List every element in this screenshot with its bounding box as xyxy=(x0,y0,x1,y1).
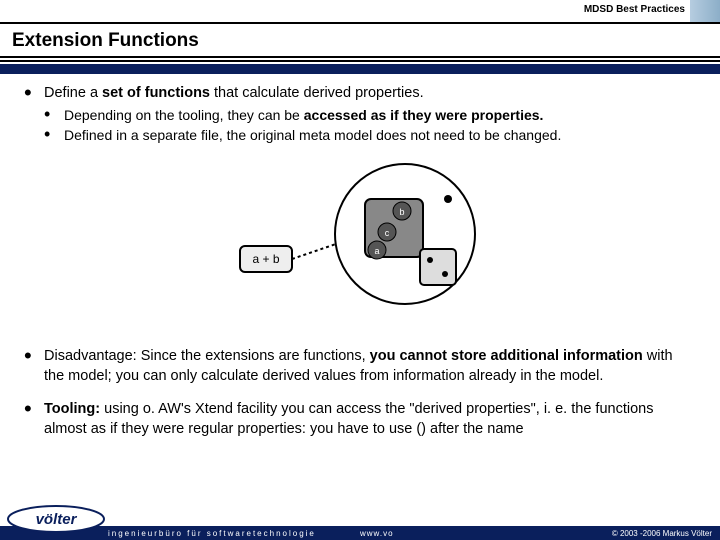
header-bar: MDSD Best Practices xyxy=(0,0,720,22)
bullet-3-a: Tooling: xyxy=(44,401,100,417)
bullet-2: Disadvantage: Since the extensions are f… xyxy=(24,347,696,386)
sub-bullet-1-a: Depending on the tooling, they can be xyxy=(64,107,304,123)
bullet-3: Tooling: using o. AW's Xtend facility yo… xyxy=(24,400,696,439)
diagram: b c a a + b xyxy=(24,154,696,329)
sub-bullet-1-b: accessed as if they were properties. xyxy=(304,107,544,123)
footer: völter ingenieurbüro für softwaretechnol… xyxy=(0,512,720,540)
header-subtitle: MDSD Best Practices xyxy=(584,4,685,15)
sub-bullet-2-text: Defined in a separate file, the original… xyxy=(64,127,561,143)
sub-bullet-list-1: Depending on the tooling, they can be ac… xyxy=(44,106,696,144)
bullet-1-bold: set of functions xyxy=(102,85,210,101)
ab-box-label: a + b xyxy=(252,252,279,266)
bullet-1: Define a set of functions that calculate… xyxy=(24,84,696,144)
bullet-1-text-b: that calculate derived properties. xyxy=(210,85,424,101)
header-decoration xyxy=(690,0,720,22)
footer-mid-text: www.vo xyxy=(360,529,394,538)
footer-right-text: © 2003 -2006 Markus Völter xyxy=(612,529,712,538)
sub-bullet-1: Depending on the tooling, they can be ac… xyxy=(44,106,696,124)
bullet-list: Define a set of functions that calculate… xyxy=(24,84,696,144)
svg-text:völter: völter xyxy=(36,511,78,528)
bullet-2-b: you cannot store additional information xyxy=(370,348,643,364)
bullet-3-b: using o. AW's Xtend facility you can acc… xyxy=(44,401,653,437)
node-b-label: b xyxy=(399,207,404,217)
node-c-label: c xyxy=(385,228,390,238)
footer-left-text: ingenieurbüro für softwaretechnologie xyxy=(108,529,316,538)
diagram-svg: b c a a + b xyxy=(220,154,500,324)
node-a-label: a xyxy=(374,246,379,256)
content-area: Define a set of functions that calculate… xyxy=(0,74,720,439)
title-underline-bar xyxy=(0,64,720,74)
sub-bullet-2: Defined in a separate file, the original… xyxy=(44,126,696,144)
bullet-list-2: Disadvantage: Since the extensions are f… xyxy=(24,347,696,439)
logo-icon: völter xyxy=(6,504,106,534)
slide-title: Extension Functions xyxy=(0,22,720,58)
bullet-1-text-a: Define a xyxy=(44,85,102,101)
bullet-2-a: Disadvantage: Since the extensions are f… xyxy=(44,348,370,364)
